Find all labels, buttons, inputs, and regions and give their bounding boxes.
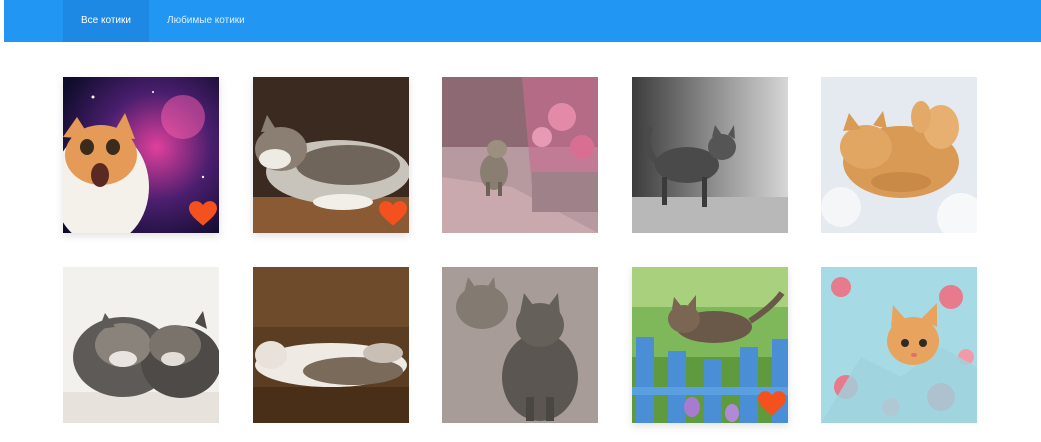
favorite-button[interactable] bbox=[189, 201, 217, 227]
cat-photo bbox=[821, 267, 977, 423]
cat-card-sleeping-tabby[interactable] bbox=[253, 77, 409, 233]
top-navbar: Все котики Любимые котики bbox=[4, 0, 1041, 42]
heart-icon bbox=[189, 201, 217, 226]
cat-photo bbox=[253, 267, 409, 423]
favorite-button[interactable] bbox=[758, 391, 786, 417]
cat-photo bbox=[632, 77, 788, 233]
cat-photo bbox=[821, 77, 977, 233]
cat-card-sleeping-kittens[interactable] bbox=[63, 267, 219, 423]
favorite-button[interactable] bbox=[379, 201, 407, 227]
heart-icon bbox=[379, 201, 407, 226]
cat-card-ginger-cat-in-snow[interactable] bbox=[821, 77, 977, 233]
cat-card-stretching-cat[interactable] bbox=[253, 267, 409, 423]
cat-card-kitten-on-path[interactable] bbox=[442, 77, 598, 233]
cat-photo bbox=[63, 267, 219, 423]
cat-card-ginger-kitten-in-blanket[interactable] bbox=[821, 267, 977, 423]
heart-icon bbox=[758, 391, 786, 416]
cat-photo bbox=[442, 267, 598, 423]
cat-card-space-cat[interactable] bbox=[63, 77, 219, 233]
tab-favorite-cats[interactable]: Любимые котики bbox=[167, 0, 277, 42]
cat-photo bbox=[442, 77, 598, 233]
cat-card-gray-cats-on-gravel[interactable] bbox=[442, 267, 598, 423]
tab-all-cats[interactable]: Все котики bbox=[63, 0, 149, 42]
cat-card-black-white-cat[interactable] bbox=[632, 77, 788, 233]
cat-card-kitten-on-fence[interactable] bbox=[632, 267, 788, 423]
